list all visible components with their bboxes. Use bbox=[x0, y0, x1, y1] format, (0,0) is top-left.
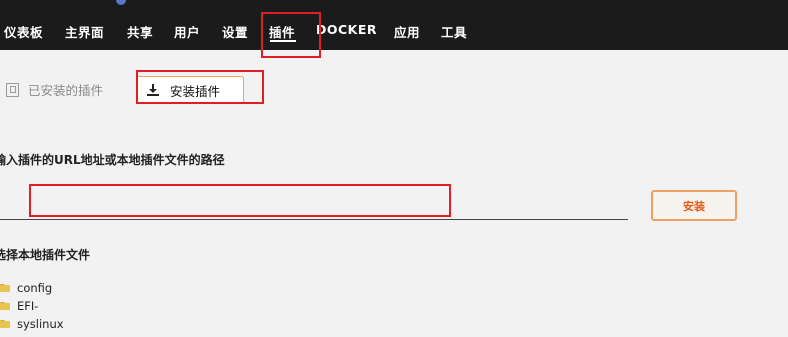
nav-tools[interactable]: 工具 bbox=[441, 22, 467, 41]
brand-logo bbox=[36, 0, 94, 3]
top-nav-bar: 仪表板 主界面 共享 用户 设置 插件 DOCKER 应用 工具 bbox=[0, 0, 788, 50]
file-item[interactable]: syslinux bbox=[0, 316, 64, 332]
nav-settings[interactable]: 设置 bbox=[222, 22, 248, 41]
highlight-install-tab bbox=[136, 70, 264, 104]
file-item[interactable]: EFI- bbox=[0, 298, 38, 314]
install-button[interactable]: 安装 bbox=[651, 190, 737, 221]
local-file-label: 选择本地插件文件 bbox=[0, 248, 91, 262]
highlight-nav-plugins bbox=[261, 12, 321, 58]
nav-dashboard[interactable]: 仪表板 bbox=[4, 22, 43, 41]
folder-icon bbox=[0, 320, 10, 328]
folder-icon bbox=[0, 284, 10, 292]
file-name: config bbox=[17, 281, 53, 295]
folder-icon bbox=[0, 302, 10, 310]
nav-shares[interactable]: 共享 bbox=[127, 22, 153, 41]
file-name: syslinux bbox=[17, 317, 64, 331]
nav-docker[interactable]: DOCKER bbox=[316, 22, 377, 37]
url-input-underline bbox=[0, 219, 628, 220]
tab-installed-label: 已安装的插件 bbox=[28, 83, 104, 98]
nav-main[interactable]: 主界面 bbox=[65, 22, 104, 41]
status-dot-icon bbox=[116, 0, 126, 5]
tab-installed-plugins[interactable]: 已安装的插件 bbox=[0, 76, 133, 103]
url-field-label: 输入插件的URL地址或本地插件文件的路径 bbox=[0, 153, 225, 167]
nav-apps[interactable]: 应用 bbox=[394, 22, 420, 41]
file-item[interactable]: config bbox=[0, 280, 52, 296]
file-name: EFI- bbox=[17, 299, 39, 313]
highlight-url-input bbox=[29, 184, 451, 217]
nav-users[interactable]: 用户 bbox=[174, 22, 200, 41]
plugin-icon bbox=[6, 82, 19, 97]
